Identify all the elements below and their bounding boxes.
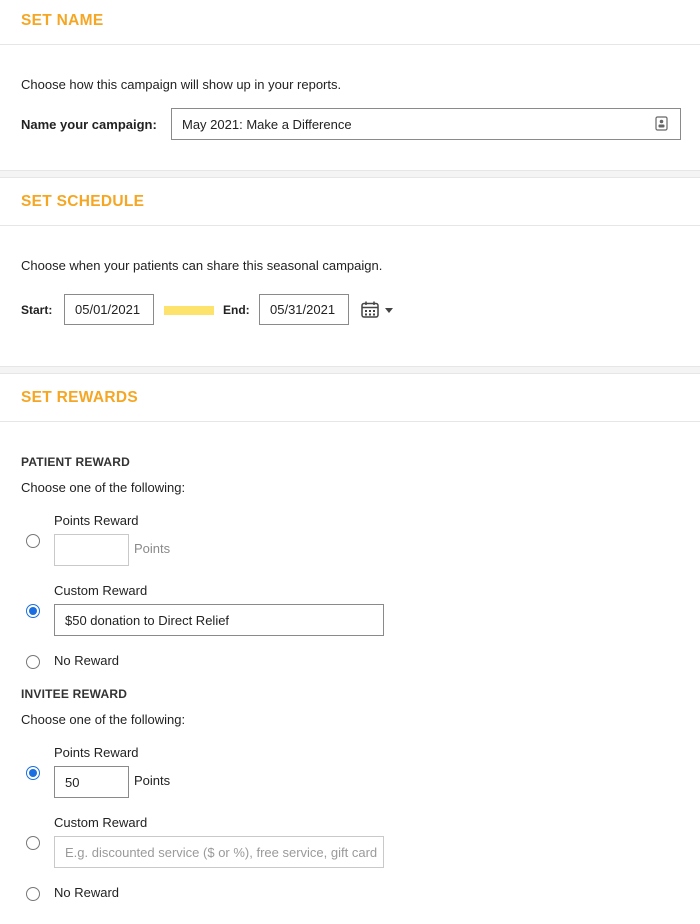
date-range-highlight <box>164 306 214 315</box>
section-title-set-rewards: SET REWARDS <box>21 389 138 406</box>
calendar-picker-button[interactable] <box>360 300 396 320</box>
patient-custom-reward-value: $50 donation to Direct Relief <box>65 612 230 628</box>
invitee-points-reward-label: Points Reward <box>54 745 139 760</box>
start-date-input[interactable]: 05/01/2021 <box>64 294 154 325</box>
patient-reward-instruction: Choose one of the following: <box>21 480 186 495</box>
patient-points-unit: Points <box>134 541 171 556</box>
section-title-set-schedule: SET SCHEDULE <box>21 193 145 210</box>
start-date-value: 05/01/2021 <box>75 302 141 317</box>
patient-points-input[interactable] <box>54 534 129 566</box>
invitee-custom-reward-radio[interactable] <box>26 836 40 850</box>
section-title-set-name: SET NAME <box>21 12 104 29</box>
end-date-label: End: <box>223 303 250 317</box>
campaign-name-value: May 2021: Make a Difference <box>182 116 352 132</box>
patient-custom-reward-label: Custom Reward <box>54 583 148 598</box>
section-separator <box>0 366 700 374</box>
calendar-icon <box>361 301 379 318</box>
set-name-description: Choose how this campaign will show up in… <box>21 77 342 92</box>
invitee-points-reward-radio[interactable] <box>26 766 40 780</box>
divider <box>0 44 700 45</box>
start-date-label: Start: <box>21 303 53 317</box>
invitee-custom-reward-input[interactable]: E.g. discounted service ($ or %), free s… <box>54 836 384 868</box>
patient-no-reward-label: No Reward <box>54 653 120 668</box>
campaign-name-label: Name your campaign: <box>21 117 157 132</box>
invitee-points-value: 50 <box>65 774 80 790</box>
invitee-points-unit: Points <box>134 773 171 788</box>
patient-points-reward-label: Points Reward <box>54 513 139 528</box>
patient-reward-heading: PATIENT REWARD <box>21 455 131 469</box>
caret-down-icon <box>385 308 393 313</box>
patient-custom-reward-radio[interactable] <box>26 604 40 618</box>
invitee-custom-reward-placeholder: E.g. discounted service ($ or %), free s… <box>65 844 378 860</box>
section-separator <box>0 170 700 178</box>
contact-card-icon[interactable] <box>655 116 668 131</box>
end-date-value: 05/31/2021 <box>270 302 336 317</box>
invitee-no-reward-radio[interactable] <box>26 887 40 901</box>
campaign-name-input[interactable]: May 2021: Make a Difference <box>171 108 681 140</box>
patient-no-reward-radio[interactable] <box>26 655 40 669</box>
end-date-input[interactable]: 05/31/2021 <box>259 294 349 325</box>
invitee-reward-instruction: Choose one of the following: <box>21 712 186 727</box>
invitee-no-reward-label: No Reward <box>54 885 120 900</box>
invitee-custom-reward-label: Custom Reward <box>54 815 148 830</box>
divider <box>0 225 700 226</box>
divider <box>0 421 700 422</box>
invitee-points-input[interactable]: 50 <box>54 766 129 798</box>
patient-points-reward-radio[interactable] <box>26 534 40 548</box>
invitee-reward-heading: INVITEE REWARD <box>21 687 128 701</box>
set-schedule-description: Choose when your patients can share this… <box>21 258 383 273</box>
patient-custom-reward-input[interactable]: $50 donation to Direct Relief <box>54 604 384 636</box>
